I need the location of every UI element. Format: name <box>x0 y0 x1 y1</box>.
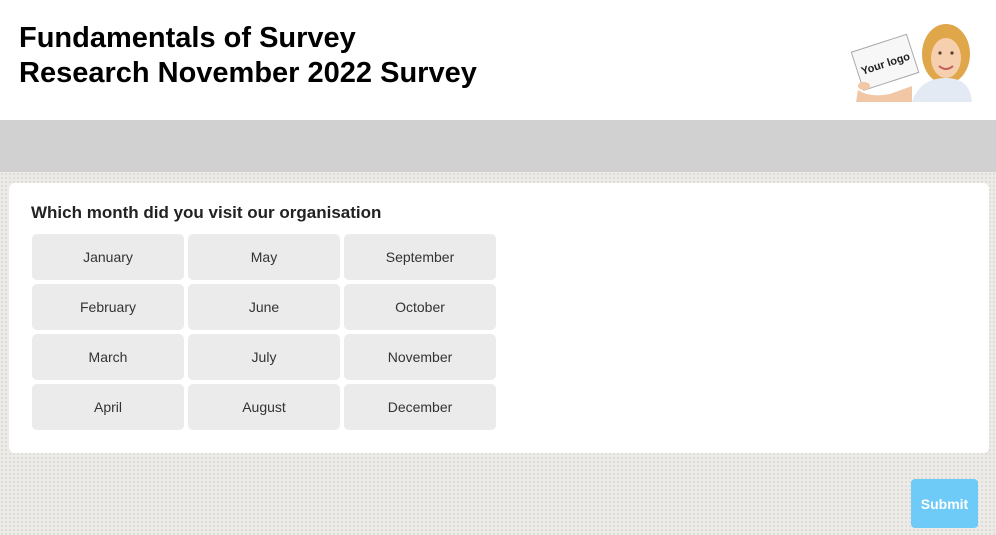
survey-title: Fundamentals of Survey Research November… <box>19 21 477 91</box>
option-february[interactable]: February <box>32 284 184 330</box>
question-text: Which month did you visit our organisati… <box>31 203 382 222</box>
option-november[interactable]: November <box>344 334 496 380</box>
progress-bar-area <box>0 120 996 172</box>
option-december[interactable]: December <box>344 384 496 430</box>
survey-title-line-2: Research November 2022 Survey <box>19 57 477 89</box>
logo-image: Your logo <box>850 24 972 102</box>
survey-title-line-1: Fundamentals of Survey <box>19 22 356 54</box>
option-january[interactable]: January <box>32 234 184 280</box>
option-october[interactable]: October <box>344 284 496 330</box>
option-september[interactable]: September <box>344 234 496 280</box>
option-may[interactable]: May <box>188 234 340 280</box>
option-april[interactable]: April <box>32 384 184 430</box>
option-august[interactable]: August <box>188 384 340 430</box>
question-card: Which month did you visit our organisati… <box>9 183 989 453</box>
survey-header: Fundamentals of Survey Research November… <box>0 0 996 120</box>
month-options-grid: January May September February June Octo… <box>32 234 496 430</box>
submit-button[interactable]: Submit <box>911 479 978 528</box>
option-june[interactable]: June <box>188 284 340 330</box>
option-july[interactable]: July <box>188 334 340 380</box>
option-march[interactable]: March <box>32 334 184 380</box>
